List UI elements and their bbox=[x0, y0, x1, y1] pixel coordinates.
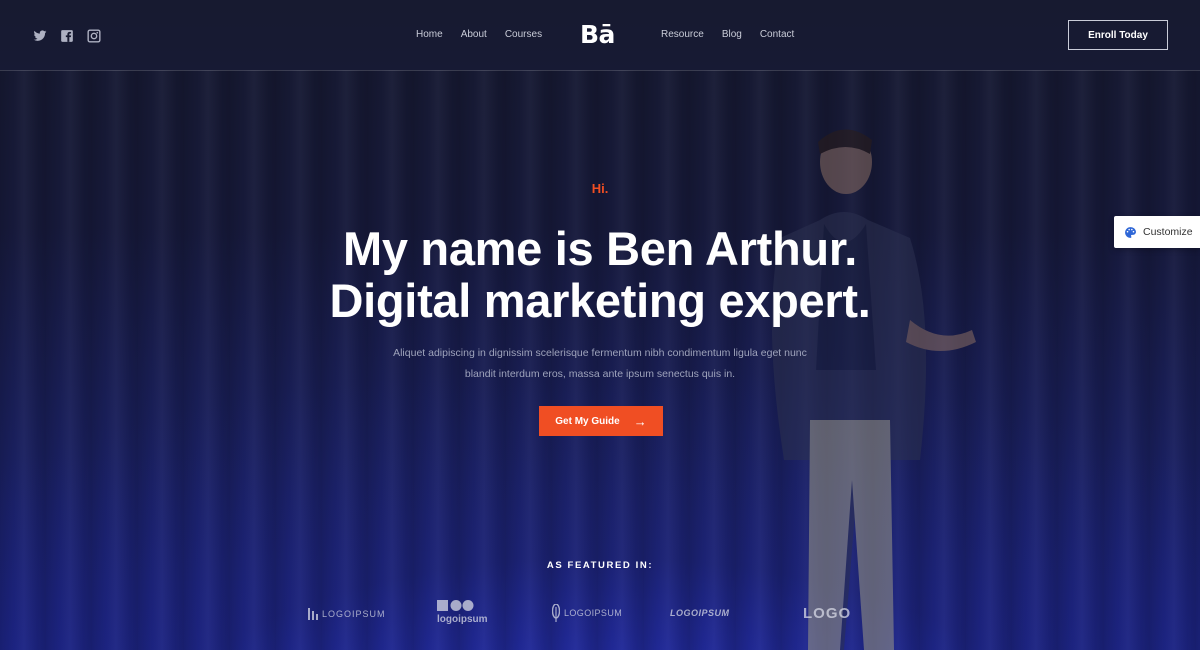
customize-label: Customize bbox=[1143, 226, 1193, 238]
featured-logo-3: LOGOIPSUM bbox=[552, 604, 622, 622]
customize-button[interactable]: Customize bbox=[1114, 216, 1200, 248]
social-links bbox=[33, 29, 101, 43]
arrow-right-icon: → bbox=[633, 413, 647, 429]
nav-item-resource[interactable]: Resource bbox=[661, 29, 704, 40]
nav-item-home[interactable]: Home bbox=[416, 29, 443, 40]
hero-headline: My name is Ben Arthur. Digital marketing… bbox=[0, 223, 1200, 327]
nav-item-courses[interactable]: Courses bbox=[505, 29, 542, 40]
hero-eyebrow: Hi. bbox=[591, 181, 609, 196]
featured-logos: LOGOIPSUM logoipsum LOGOIPSUM LOGOIPSUM … bbox=[0, 598, 1200, 628]
subtext-line-1: Aliquet adipiscing in dignissim sceleris… bbox=[393, 347, 807, 359]
nav-item-about[interactable]: About bbox=[461, 29, 487, 40]
headline-line-2: Digital marketing expert. bbox=[329, 274, 871, 327]
nav-item-blog[interactable]: Blog bbox=[722, 29, 742, 40]
featured-logo-5: LOGO bbox=[803, 605, 852, 622]
nav-menu-right: Resource Blog Contact bbox=[661, 29, 794, 40]
subtext-line-2: blandit interdum eros, massa ante ipsum … bbox=[464, 368, 736, 380]
instagram-icon[interactable] bbox=[87, 29, 101, 43]
featured-logo-4: LOGOIPSUM bbox=[670, 608, 730, 618]
featured-logo-1: LOGOIPSUM bbox=[308, 608, 386, 620]
twitter-icon[interactable] bbox=[33, 29, 47, 43]
enroll-today-button[interactable]: Enroll Today bbox=[1068, 20, 1168, 50]
palette-icon bbox=[1125, 226, 1136, 238]
logo-shapes-icon bbox=[437, 600, 474, 611]
headline-line-1: My name is Ben Arthur. bbox=[342, 222, 857, 275]
nav-menu-left: Home About Courses bbox=[416, 29, 542, 40]
brand-logo[interactable]: Bā bbox=[580, 20, 615, 49]
facebook-icon[interactable] bbox=[60, 29, 74, 43]
featured-logo-2: logoipsum bbox=[437, 600, 488, 625]
logo-mark-icon bbox=[308, 608, 318, 620]
cta-label: Get My Guide bbox=[555, 415, 620, 427]
logo-leaf-icon bbox=[552, 604, 560, 622]
get-my-guide-button[interactable]: Get My Guide → bbox=[539, 406, 663, 436]
top-navbar: Home About Courses Bā Resource Blog Cont… bbox=[0, 0, 1200, 71]
nav-item-contact[interactable]: Contact bbox=[760, 29, 794, 40]
featured-title: AS FEATURED IN: bbox=[546, 560, 654, 571]
hero-subtext: Aliquet adipiscing in dignissim sceleris… bbox=[380, 343, 820, 385]
